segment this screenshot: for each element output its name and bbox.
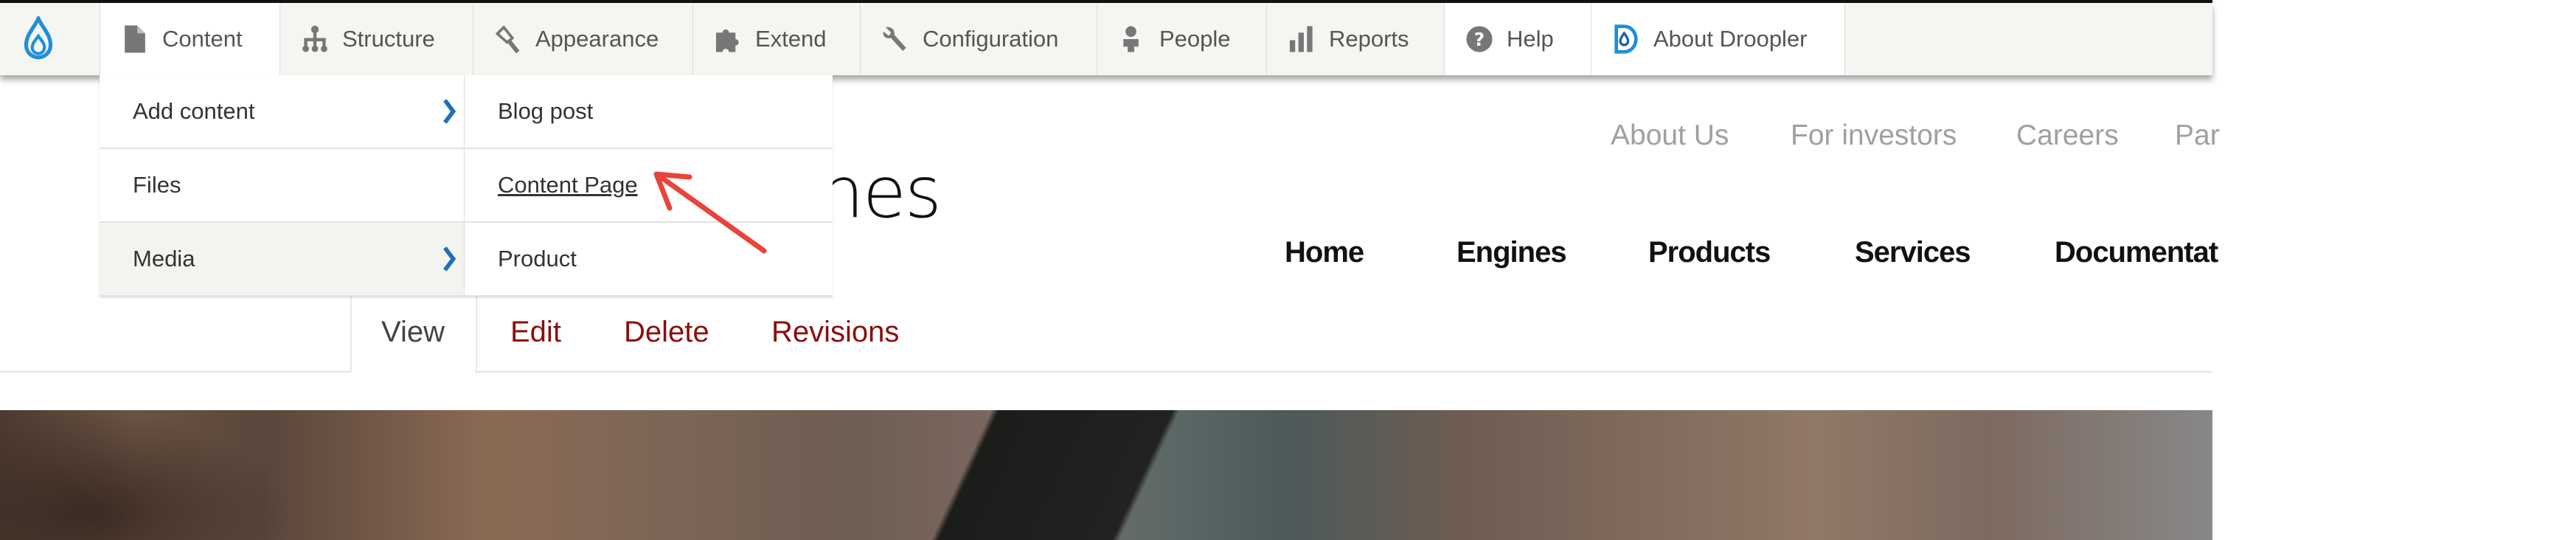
menu-item-blog-post[interactable]: Blog post: [465, 75, 833, 149]
hero-shape: [774, 410, 1438, 540]
admin-toolbar: Content Structure Appearance Extend Conf…: [0, 3, 2212, 75]
menu-item-label: Add content: [133, 98, 255, 124]
menu-item-product[interactable]: Product: [465, 223, 833, 297]
secondary-link-partners[interactable]: Par: [2175, 120, 2220, 152]
menu-item-content-page[interactable]: Content Page: [465, 149, 833, 223]
svg-text:?: ?: [1474, 29, 1485, 50]
main-link-products[interactable]: Products: [1648, 236, 1771, 269]
toolbar-label: Appearance: [535, 26, 659, 52]
toolbar-label: People: [1159, 26, 1231, 52]
tab-delete[interactable]: Delete: [624, 316, 709, 349]
menu-item-files[interactable]: Files: [100, 149, 465, 223]
secondary-link-careers[interactable]: Careers: [2016, 120, 2119, 152]
paintbrush-icon: [495, 25, 520, 54]
chevron-right-icon: [443, 246, 456, 271]
hero-image: [0, 410, 2212, 540]
tab-view-label[interactable]: View: [381, 316, 445, 349]
chevron-right-icon: [443, 99, 456, 124]
menu-item-media[interactable]: Media: [100, 223, 465, 297]
tabs-divider: [0, 371, 2212, 373]
main-link-engines[interactable]: Engines: [1457, 236, 1567, 269]
menu-item-label: Media: [133, 246, 195, 271]
secondary-link-investors[interactable]: For investors: [1791, 120, 1957, 152]
toolbar-label: Structure: [342, 26, 435, 52]
toolbar-label: Help: [1507, 26, 1554, 52]
toolbar-extend[interactable]: Extend: [693, 3, 861, 75]
menu-item-label: Content Page: [498, 172, 638, 198]
sitemap-icon: [302, 25, 327, 52]
toolbar-structure[interactable]: Structure: [280, 3, 473, 75]
toolbar-label: Reports: [1329, 26, 1409, 52]
tab-edit[interactable]: Edit: [510, 316, 561, 349]
tab-revisions[interactable]: Revisions: [771, 316, 899, 349]
toolbar-help[interactable]: ? Help: [1445, 3, 1591, 75]
toolbar-people[interactable]: People: [1097, 3, 1267, 75]
hero-hair: [0, 410, 295, 540]
menu-item-label: Blog post: [498, 98, 594, 124]
puzzle-icon: [715, 29, 739, 52]
toolbar-label: Extend: [755, 26, 827, 52]
menu-item-label: Product: [498, 246, 577, 271]
toolbar-label: Content: [162, 26, 243, 52]
droopler-logo-icon: [1614, 24, 1638, 54]
file-icon: [125, 25, 145, 53]
toolbar-reports[interactable]: Reports: [1267, 3, 1445, 75]
main-link-documentation[interactable]: Documentat: [2055, 236, 2218, 269]
menu-item-add-content[interactable]: Add content: [100, 75, 465, 149]
person-icon: [1123, 26, 1139, 52]
bar-chart-icon: [1289, 26, 1313, 52]
drupal-logo-icon: [24, 16, 53, 60]
drupal-home-button[interactable]: [0, 3, 100, 75]
wrench-icon: [883, 27, 906, 52]
main-link-services[interactable]: Services: [1855, 236, 1971, 269]
help-icon: ?: [1466, 26, 1493, 52]
toolbar-appearance[interactable]: Appearance: [473, 3, 693, 75]
menu-item-label: Files: [133, 172, 181, 198]
content-dropdown-menu: Add content Files Media Blog post Conten…: [100, 75, 833, 297]
toolbar-label: About Droopler: [1653, 26, 1808, 52]
main-link-home[interactable]: Home: [1285, 236, 1364, 269]
toolbar-content[interactable]: Content: [100, 3, 280, 75]
page-title: nes: [819, 151, 942, 234]
toolbar-label: Configuration: [923, 26, 1059, 52]
toolbar-configuration[interactable]: Configuration: [861, 3, 1097, 75]
secondary-link-about-us[interactable]: About Us: [1611, 120, 1729, 152]
toolbar-about-droopler[interactable]: About Droopler: [1591, 3, 1845, 75]
